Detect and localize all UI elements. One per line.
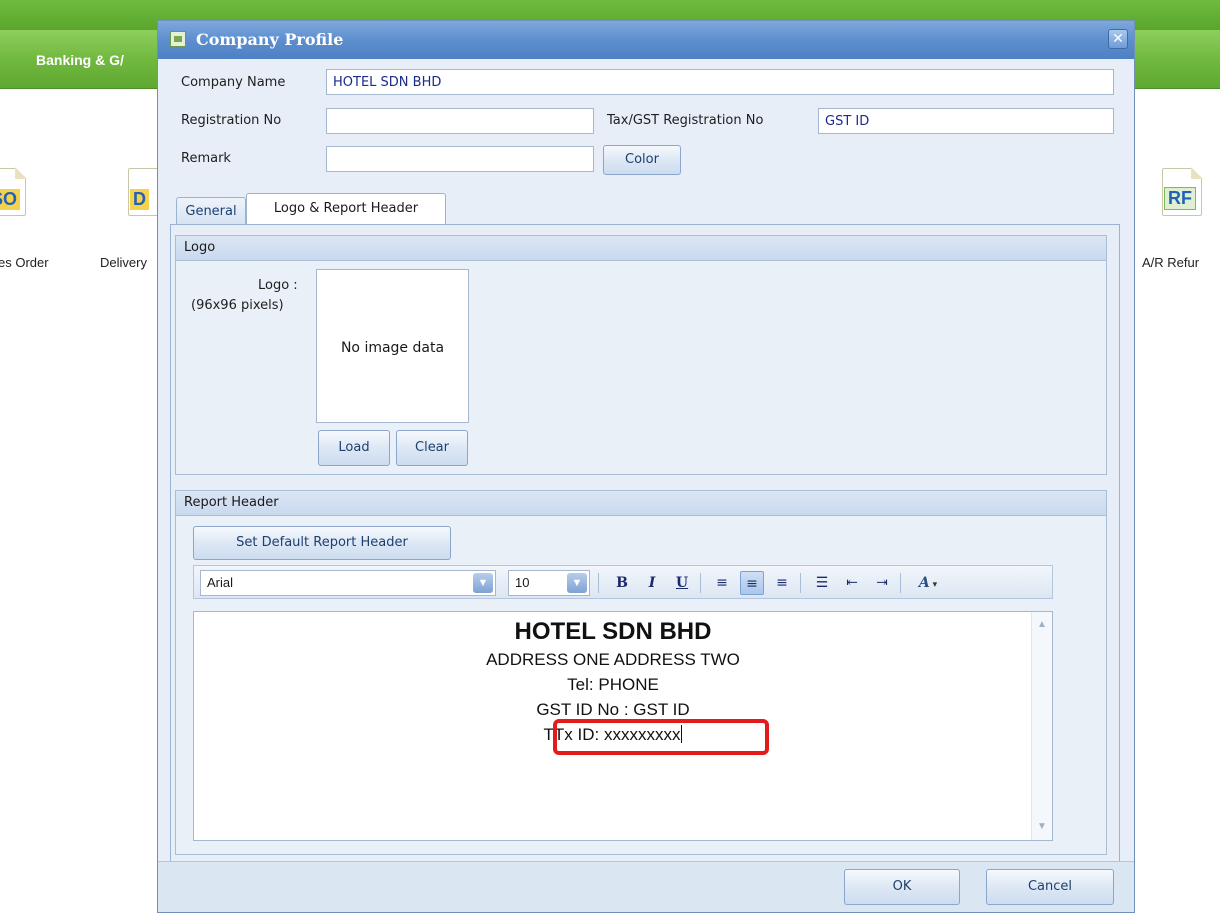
dialog-titlebar[interactable]: Company Profile ✕ bbox=[158, 21, 1134, 59]
sales-order-badge: SO bbox=[0, 189, 21, 210]
load-button[interactable]: Load bbox=[318, 430, 390, 466]
header-line-gst: GST ID No : GST ID bbox=[536, 700, 690, 719]
company-profile-dialog: Company Profile ✕ Company Name HOTEL SDN… bbox=[157, 20, 1135, 913]
chevron-down-icon[interactable]: ▼ bbox=[567, 573, 587, 593]
tab-general[interactable]: General bbox=[176, 197, 246, 225]
dialog-title: Company Profile bbox=[196, 30, 344, 49]
align-left-icon[interactable]: ≡ bbox=[710, 571, 734, 595]
scroll-down-icon[interactable]: ▼ bbox=[1032, 818, 1052, 836]
font-family-value: Arial bbox=[207, 575, 234, 590]
toolbar-separator bbox=[900, 573, 901, 593]
delivery-order-badge: D bbox=[130, 189, 149, 210]
underline-icon[interactable]: U bbox=[670, 571, 694, 595]
color-button[interactable]: Color bbox=[603, 145, 681, 175]
ar-refund-badge: RF bbox=[1164, 187, 1196, 210]
header-line-tel: Tel: PHONE bbox=[567, 675, 659, 694]
editor-scrollbar[interactable]: ▲ ▼ bbox=[1031, 612, 1052, 840]
tax-gst-input[interactable]: GST ID bbox=[818, 108, 1114, 134]
outdent-icon[interactable]: ⇤ bbox=[840, 571, 864, 595]
logo-group-header: Logo bbox=[176, 236, 1106, 261]
cancel-button[interactable]: Cancel bbox=[986, 869, 1114, 905]
logo-group: Logo bbox=[175, 235, 1107, 475]
formatting-toolbar: Arial ▼ 10 ▼ B I U ≡ ≡ ≡ ☰ ⇤ ⇥ A ▾ bbox=[193, 565, 1053, 599]
tax-gst-label: Tax/GST Registration No bbox=[607, 113, 764, 128]
font-family-select[interactable]: Arial ▼ bbox=[200, 570, 496, 596]
logo-image-box[interactable]: No image data bbox=[316, 269, 469, 423]
company-name-input[interactable]: HOTEL SDN BHD bbox=[326, 69, 1114, 95]
company-name-label: Company Name bbox=[181, 75, 286, 90]
toolbar-separator bbox=[700, 573, 701, 593]
italic-icon[interactable]: I bbox=[640, 571, 664, 595]
font-size-select[interactable]: 10 ▼ bbox=[508, 570, 590, 596]
font-color-icon[interactable]: A ▾ bbox=[910, 571, 946, 595]
menu-banking[interactable]: Banking & G/ bbox=[36, 52, 124, 68]
font-color-glyph: A bbox=[918, 575, 930, 591]
remark-input[interactable] bbox=[326, 146, 594, 172]
clear-button[interactable]: Clear bbox=[396, 430, 468, 466]
logo-size-label: (96x96 pixels) bbox=[191, 298, 284, 313]
toolbar-separator bbox=[598, 573, 599, 593]
indent-icon[interactable]: ⇥ bbox=[870, 571, 894, 595]
tab-logo-report-header[interactable]: Logo & Report Header bbox=[246, 193, 446, 225]
align-center-icon[interactable]: ≡ bbox=[740, 571, 764, 595]
toolbar-separator bbox=[800, 573, 801, 593]
bold-icon[interactable]: B bbox=[610, 571, 634, 595]
close-button[interactable]: ✕ bbox=[1108, 29, 1128, 49]
align-right-icon[interactable]: ≡ bbox=[770, 571, 794, 595]
set-default-report-header-button[interactable]: Set Default Report Header bbox=[193, 526, 451, 560]
report-header-group-header: Report Header bbox=[176, 491, 1106, 516]
logo-label: Logo : bbox=[258, 278, 298, 293]
remark-label: Remark bbox=[181, 151, 231, 166]
no-image-text: No image data bbox=[340, 340, 445, 356]
sales-order-icon[interactable]: SO bbox=[0, 167, 27, 216]
registration-no-label: Registration No bbox=[181, 113, 282, 128]
company-profile-icon bbox=[170, 31, 186, 47]
report-header-editor[interactable]: HOTEL SDN BHD ADDRESS ONE ADDRESS TWO Te… bbox=[193, 611, 1053, 841]
ar-refund-icon[interactable]: RF bbox=[1162, 167, 1203, 216]
font-size-value: 10 bbox=[515, 575, 530, 590]
chevron-down-icon[interactable]: ▼ bbox=[473, 573, 493, 593]
annotation-highlight-box bbox=[553, 719, 769, 755]
sales-order-label[interactable]: es Order bbox=[0, 255, 49, 270]
scroll-up-icon[interactable]: ▲ bbox=[1032, 616, 1052, 634]
delivery-order-label[interactable]: Delivery bbox=[100, 255, 147, 270]
registration-no-input[interactable] bbox=[326, 108, 594, 134]
header-line-company: HOTEL SDN BHD bbox=[514, 618, 712, 645]
ar-refund-label[interactable]: A/R Refur bbox=[1142, 255, 1199, 270]
ok-button[interactable]: OK bbox=[844, 869, 960, 905]
header-line-address: ADDRESS ONE ADDRESS TWO bbox=[486, 650, 740, 669]
bullet-list-icon[interactable]: ☰ bbox=[810, 571, 834, 595]
